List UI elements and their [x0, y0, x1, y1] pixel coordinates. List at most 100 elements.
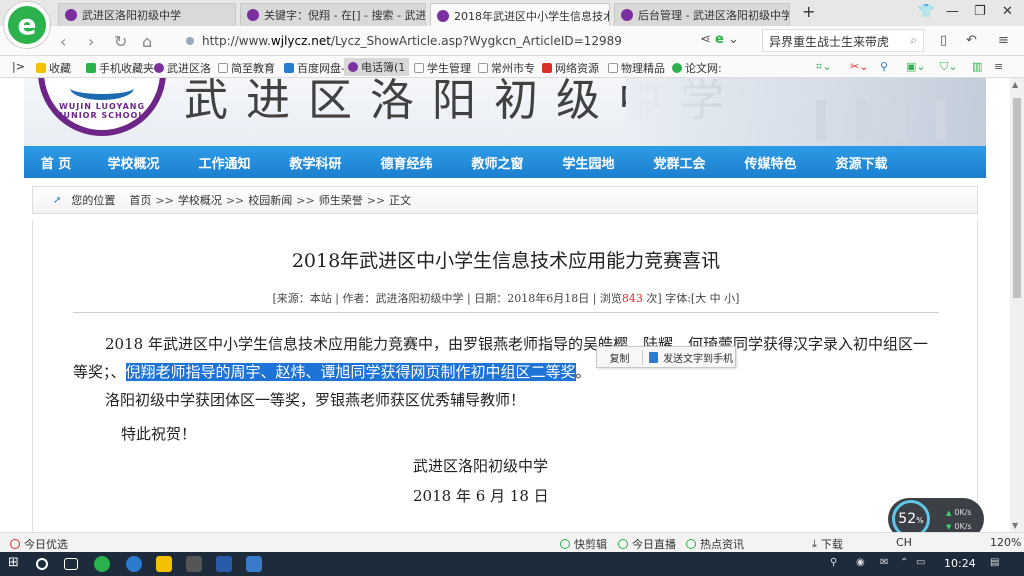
bookmark-baidu-pan[interactable]: 百度网盘-: [284, 60, 345, 76]
search-icon[interactable]: [36, 558, 48, 570]
browser-taskbar-icon[interactable]: [94, 556, 110, 572]
nav-home[interactable]: 首 页: [24, 153, 88, 172]
close-window-icon[interactable]: ✕: [1002, 4, 1013, 19]
sidebar-toggle-icon[interactable]: |>: [12, 60, 25, 73]
phone-icon[interactable]: ▯: [940, 33, 947, 48]
word-icon[interactable]: [216, 556, 232, 572]
bookmark-changzhou[interactable]: 常州市专: [478, 60, 535, 76]
bookmark-mobile[interactable]: 手机收藏夹: [86, 60, 154, 76]
breadcrumb-campus-news[interactable]: 校园新闻: [248, 192, 292, 208]
location-arrow-icon: ➚: [53, 194, 62, 206]
hot-news[interactable]: 热点资讯: [686, 536, 744, 552]
bookmark-phonebook[interactable]: 电话簿(1: [344, 58, 410, 76]
bookmark-favorites[interactable]: 收藏: [36, 60, 71, 76]
breadcrumb-current: 正文: [389, 194, 412, 207]
downloads[interactable]: ⤓ 下载: [812, 536, 843, 552]
start-icon[interactable]: ⊞: [8, 555, 24, 571]
taskbar: ⊞ ⚲ ◉ ✉ ⌃ ▭ 10:24 ▤: [0, 552, 1024, 576]
new-tab-button[interactable]: +: [802, 2, 815, 21]
scissors-icon[interactable]: ✂⌄: [850, 60, 868, 73]
folder-icon[interactable]: [156, 556, 172, 572]
today-picks[interactable]: 今日优选: [10, 536, 68, 552]
user-icon[interactable]: ⚲: [830, 557, 837, 568]
nav-teachers[interactable]: 教师之窗: [452, 153, 543, 172]
article-meta: [来源：本站 | 作者：武进洛阳初级中学 | 日期：2018年6月18日 | 浏…: [272, 292, 740, 305]
site-icon: [621, 9, 633, 21]
search-tool-icon[interactable]: ⚲: [880, 60, 888, 73]
app-icon[interactable]: [246, 556, 262, 572]
mail-icon[interactable]: ✉: [880, 557, 888, 568]
nav-school-overview[interactable]: 学校概况: [88, 153, 179, 172]
url-prefix: http://www.: [202, 34, 271, 48]
phone-icon: [649, 351, 658, 363]
main-nav: 首 页 学校概况 工作通知 教学科研 德育经纬 教师之窗 学生园地 党群工会 传…: [24, 146, 986, 178]
signature-org: 武进区洛阳初级中学: [413, 457, 549, 475]
nav-students[interactable]: 学生园地: [543, 153, 634, 172]
share-icon[interactable]: ⋖ e ⌄: [700, 32, 739, 47]
search-input[interactable]: 异界重生战士生来带虎 ⌕: [762, 29, 924, 52]
nav-media[interactable]: 传媒特色: [725, 153, 816, 172]
bookmark-papers[interactable]: 论文网:: [672, 60, 722, 76]
notification-icon[interactable]: ▤: [990, 557, 999, 568]
ime-indicator[interactable]: CH: [896, 536, 912, 549]
copy-button[interactable]: 复制: [597, 349, 643, 365]
bookmark-jianzhi[interactable]: 简至教育: [218, 60, 275, 76]
nav-moral-education[interactable]: 德育经纬: [361, 153, 452, 172]
restore-icon[interactable]: ❐: [974, 4, 986, 19]
breadcrumb-home[interactable]: 首页: [129, 192, 151, 208]
url-domain: wjlycz.net: [270, 34, 331, 48]
nav-downloads[interactable]: 资源下载: [816, 153, 907, 172]
building-image: [626, 78, 986, 146]
shirt-icon[interactable]: 👕: [918, 4, 934, 19]
tab-3-active[interactable]: 2018年武进区中小学生信息技术... ✕: [430, 3, 610, 27]
tab-1[interactable]: 武进区洛阳初级中学: [58, 3, 236, 26]
scrollbar[interactable]: ▲ ▼: [1010, 78, 1024, 532]
today-live[interactable]: 今日直播: [618, 536, 676, 552]
bookmark-wujin[interactable]: 武进区洛: [154, 60, 211, 76]
shield-icon[interactable]: ⛉⌄: [940, 60, 957, 74]
tab-title: 后台管理 - 武进区洛阳初级中学: [638, 9, 790, 22]
task-view-icon[interactable]: [64, 558, 78, 570]
quick-edit[interactable]: 快剪辑: [560, 536, 607, 552]
minimize-icon[interactable]: —: [946, 4, 959, 19]
breadcrumb-honors[interactable]: 师生荣誉: [319, 192, 363, 208]
forward-icon[interactable]: ›: [88, 32, 94, 51]
zoom-level[interactable]: 120%: [990, 536, 1021, 549]
breadcrumb-school-overview[interactable]: 学校概况: [178, 192, 222, 208]
bookmark-physics[interactable]: 物理精品: [608, 60, 665, 76]
chevron-up-icon[interactable]: ⌃: [900, 557, 908, 568]
breadcrumb-prefix: 您的位置: [71, 194, 116, 207]
book-icon[interactable]: ▥: [972, 60, 982, 73]
undo-icon[interactable]: ↶: [966, 33, 977, 48]
browser-logo-icon[interactable]: e: [4, 2, 50, 48]
send-to-phone-button[interactable]: 发送文字到手机: [643, 350, 733, 365]
url-field[interactable]: http://www. wjlycz.net/Lycz_ShowArticle.a…: [186, 30, 726, 52]
app-tray-icon[interactable]: ◉: [856, 557, 865, 568]
status-bar: 今日优选 快剪辑 今日直播 热点资讯 ⤓ 下载 CH 120%: [0, 532, 1024, 552]
selected-text: 倪翔老师指导的周宇、赵炜、谭旭同学获得网页制作初中组区二等奖: [125, 363, 576, 381]
app-icon[interactable]: [186, 556, 202, 572]
back-icon[interactable]: ‹: [60, 32, 66, 51]
article-paragraph-2: 洛阳初级中学获团体区一等奖，罗银燕老师获区优秀辅导教师！: [105, 391, 526, 409]
tab-2[interactable]: 关键字：倪翔 - 在[] - 搜索 - 武进区: [240, 3, 426, 26]
tab-4[interactable]: 后台管理 - 武进区洛阳初级中学: [614, 3, 790, 26]
bookmark-network[interactable]: 网络资源: [542, 60, 599, 76]
tab-title: 2018年武进区中小学生信息技术...: [454, 9, 610, 23]
nav-teaching-research[interactable]: 教学科研: [270, 153, 361, 172]
bookmark-student-mgmt[interactable]: 学生管理: [414, 60, 471, 76]
nav-work-notice[interactable]: 工作通知: [179, 153, 270, 172]
translate-icon[interactable]: ⌗⌄: [816, 60, 831, 74]
tab-bar: e 武进区洛阳初级中学 关键字：倪翔 - 在[] - 搜索 - 武进区 2018…: [0, 0, 1024, 48]
menu-icon[interactable]: ≡: [998, 33, 1009, 48]
more-icon[interactable]: ≡: [994, 60, 1003, 73]
refresh-icon[interactable]: ↻: [114, 32, 127, 51]
view-count: 843: [621, 292, 643, 305]
app-taskbar-icon[interactable]: [126, 556, 142, 572]
nav-party-union[interactable]: 党群工会: [634, 153, 725, 172]
search-icon[interactable]: ⌕: [910, 33, 917, 48]
game-icon[interactable]: ▣⌄: [906, 60, 926, 73]
clock[interactable]: 10:24: [944, 557, 976, 570]
scrollbar-thumb[interactable]: [1013, 98, 1021, 298]
network-icon[interactable]: ▭: [916, 557, 925, 568]
home-icon[interactable]: ⌂: [142, 32, 152, 51]
